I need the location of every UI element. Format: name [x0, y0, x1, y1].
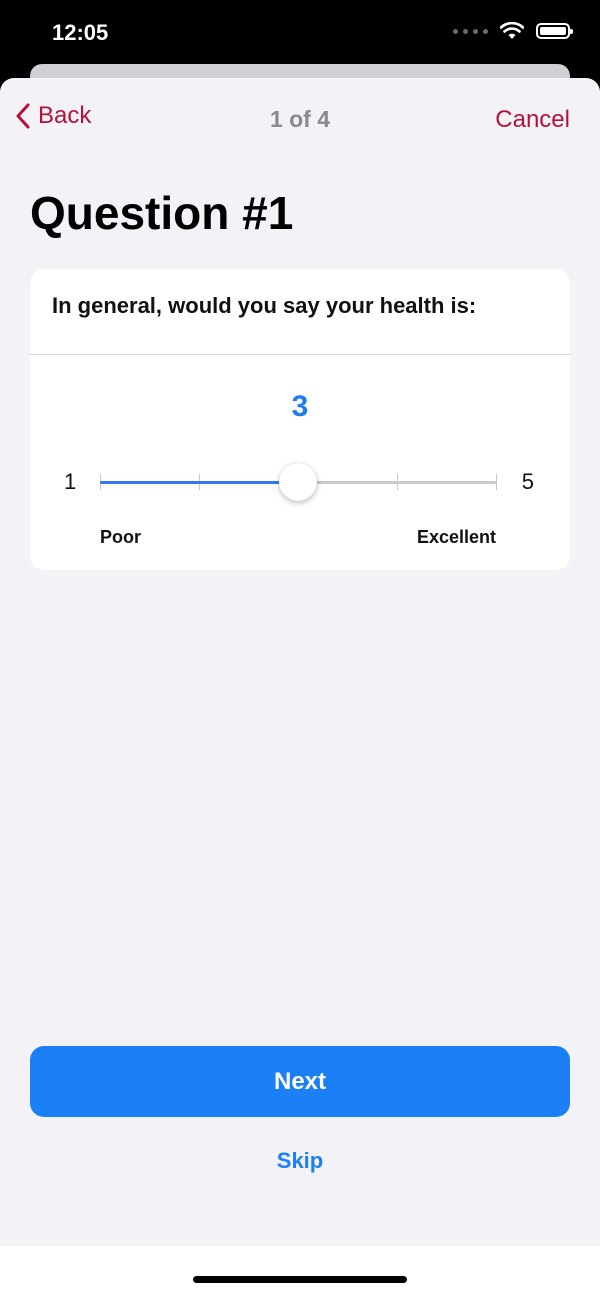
question-text: In general, would you say your health is…: [52, 293, 477, 318]
home-indicator-area: [0, 1246, 600, 1296]
min-value-label: 1: [64, 469, 77, 494]
battery-icon: [536, 23, 573, 39]
max-text-label: Excellent: [416, 527, 496, 547]
slider-fill: [100, 481, 298, 484]
selected-value: 3: [291, 390, 309, 423]
status-bar: 12:05: [0, 0, 600, 64]
cellular-dots-icon: [453, 28, 488, 34]
divider: [30, 354, 570, 355]
slider-thumb[interactable]: [279, 463, 317, 501]
survey-sheet: Back 1 of 4 Cancel Question #1 In genera…: [0, 78, 600, 1296]
status-time: 12:05: [52, 20, 109, 45]
max-value-label: 5: [521, 469, 534, 494]
min-text-label: Poor: [100, 527, 142, 547]
home-indicator[interactable]: [193, 1276, 407, 1283]
status-icons: [453, 22, 573, 40]
scale-slider[interactable]: [100, 463, 497, 501]
slider-tick: [496, 474, 497, 490]
next-button[interactable]: Next: [30, 1046, 570, 1117]
navigation-bar: Back 1 of 4 Cancel: [0, 78, 600, 158]
page-title: Question #1: [30, 187, 294, 239]
question-card: In general, would you say your health is…: [30, 269, 570, 570]
skip-button[interactable]: Skip: [0, 1148, 600, 1174]
wifi-icon: [500, 22, 524, 39]
cancel-button[interactable]: Cancel: [495, 106, 570, 134]
